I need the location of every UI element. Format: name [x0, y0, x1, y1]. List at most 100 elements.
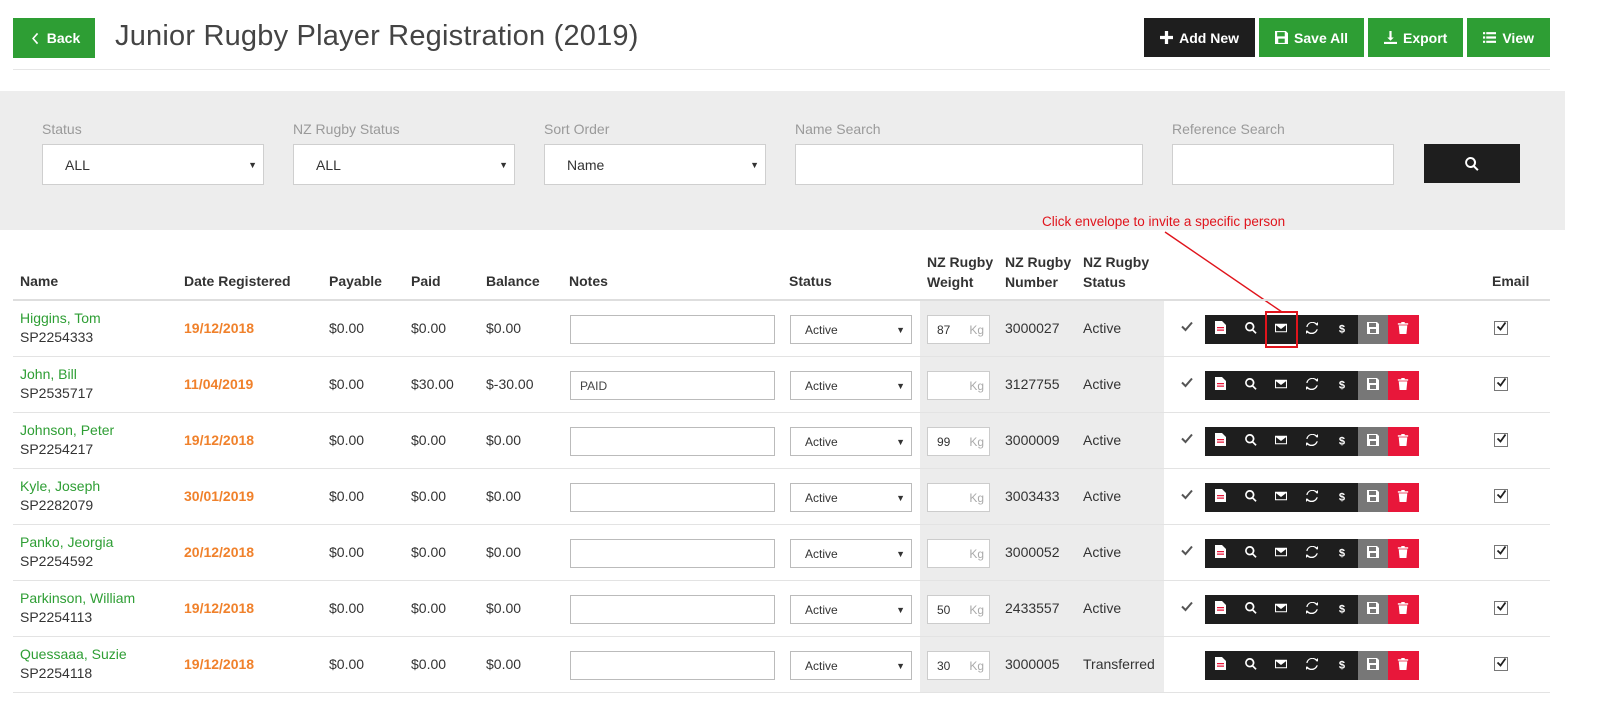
- row-status-select[interactable]: Active ▼: [790, 483, 912, 512]
- search-button[interactable]: [1424, 144, 1520, 183]
- save-row-button[interactable]: [1357, 427, 1388, 456]
- player-name-link[interactable]: John, Bill: [20, 365, 93, 384]
- notes-input[interactable]: [570, 539, 775, 568]
- payment-button[interactable]: $: [1327, 371, 1358, 400]
- refresh-button[interactable]: [1296, 483, 1327, 512]
- row-status-select[interactable]: Active ▼: [790, 371, 912, 400]
- pdf-button[interactable]: [1205, 483, 1236, 512]
- view-details-button[interactable]: [1235, 315, 1266, 344]
- view-details-button[interactable]: [1235, 595, 1266, 624]
- refresh-button[interactable]: [1296, 315, 1327, 344]
- notes-input[interactable]: [570, 315, 775, 344]
- invite-email-button[interactable]: [1266, 371, 1297, 400]
- save-row-button[interactable]: [1357, 315, 1388, 344]
- view-details-button[interactable]: [1235, 539, 1266, 568]
- payment-button[interactable]: $: [1327, 595, 1358, 624]
- player-name-link[interactable]: Quessaaa, Suzie: [20, 645, 127, 664]
- player-name-link[interactable]: Higgins, Tom: [20, 309, 101, 328]
- email-checkbox[interactable]: [1494, 433, 1508, 447]
- delete-row-button[interactable]: [1388, 427, 1419, 456]
- weight-input[interactable]: 30 Kg: [927, 651, 990, 680]
- weight-input[interactable]: 87 Kg: [927, 315, 990, 344]
- pdf-button[interactable]: [1205, 595, 1236, 624]
- refresh-button[interactable]: [1296, 595, 1327, 624]
- refresh-button[interactable]: [1296, 427, 1327, 456]
- invite-email-button[interactable]: [1266, 539, 1297, 568]
- player-name-link[interactable]: Kyle, Joseph: [20, 477, 100, 496]
- pdf-icon: [1214, 544, 1226, 563]
- email-checkbox[interactable]: [1494, 377, 1508, 391]
- row-status-select[interactable]: Active ▼: [790, 539, 912, 568]
- view-button[interactable]: View: [1467, 18, 1550, 57]
- payment-button[interactable]: $: [1327, 651, 1358, 680]
- email-checkbox[interactable]: [1494, 601, 1508, 615]
- refresh-button[interactable]: [1296, 651, 1327, 680]
- player-name-link[interactable]: Panko, Jeorgia: [20, 533, 113, 552]
- pdf-button[interactable]: [1205, 539, 1236, 568]
- payment-button[interactable]: $: [1327, 483, 1358, 512]
- invite-email-button[interactable]: [1266, 427, 1297, 456]
- paid-value: $30.00: [411, 376, 454, 392]
- notes-input[interactable]: [570, 651, 775, 680]
- sort-order-select[interactable]: Name ▼: [544, 144, 766, 185]
- player-name-link[interactable]: Johnson, Peter: [20, 421, 114, 440]
- trash-icon: [1397, 601, 1409, 619]
- save-row-button[interactable]: [1357, 595, 1388, 624]
- pdf-button[interactable]: [1205, 315, 1236, 344]
- reference-search-input[interactable]: [1172, 144, 1394, 185]
- view-details-button[interactable]: [1235, 483, 1266, 512]
- row-status-select[interactable]: Active ▼: [790, 651, 912, 680]
- date-registered: 19/12/2018: [184, 656, 255, 672]
- view-details-button[interactable]: [1235, 371, 1266, 400]
- add-new-button[interactable]: Add New: [1144, 18, 1256, 57]
- view-details-button[interactable]: [1235, 651, 1266, 680]
- status-filter-select[interactable]: ALL ▼: [42, 144, 264, 185]
- nz-status-filter-select[interactable]: ALL ▼: [293, 144, 515, 185]
- delete-row-button[interactable]: [1388, 315, 1419, 344]
- pdf-button[interactable]: [1205, 651, 1236, 680]
- invite-email-button[interactable]: [1266, 483, 1297, 512]
- header-nz-status-line2: Status: [1083, 274, 1126, 290]
- invite-email-button[interactable]: [1266, 315, 1297, 344]
- invite-email-button[interactable]: [1266, 595, 1297, 624]
- delete-row-button[interactable]: [1388, 595, 1419, 624]
- refresh-button[interactable]: [1296, 539, 1327, 568]
- back-button[interactable]: Back: [13, 18, 95, 58]
- email-checkbox[interactable]: [1494, 545, 1508, 559]
- payment-button[interactable]: $: [1327, 315, 1358, 344]
- invite-email-button[interactable]: [1266, 651, 1297, 680]
- weight-input[interactable]: Kg: [927, 371, 990, 400]
- row-status-select[interactable]: Active ▼: [790, 427, 912, 456]
- pdf-button[interactable]: [1205, 427, 1236, 456]
- pdf-button[interactable]: [1205, 371, 1236, 400]
- save-all-button[interactable]: Save All: [1259, 18, 1364, 57]
- email-checkbox[interactable]: [1494, 489, 1508, 503]
- weight-input[interactable]: Kg: [927, 483, 990, 512]
- view-details-button[interactable]: [1235, 427, 1266, 456]
- email-checkbox[interactable]: [1494, 321, 1508, 335]
- save-row-button[interactable]: [1357, 371, 1388, 400]
- refresh-button[interactable]: [1296, 371, 1327, 400]
- payment-button[interactable]: $: [1327, 427, 1358, 456]
- row-status-select[interactable]: Active ▼: [790, 315, 912, 344]
- save-row-button[interactable]: [1357, 651, 1388, 680]
- export-button[interactable]: Export: [1368, 18, 1464, 57]
- weight-input[interactable]: Kg: [927, 539, 990, 568]
- player-name-link[interactable]: Parkinson, William: [20, 589, 135, 608]
- weight-input[interactable]: 50 Kg: [927, 595, 990, 624]
- delete-row-button[interactable]: [1388, 651, 1419, 680]
- notes-input[interactable]: PAID: [570, 371, 775, 400]
- save-row-button[interactable]: [1357, 539, 1388, 568]
- payment-button[interactable]: $: [1327, 539, 1358, 568]
- delete-row-button[interactable]: [1388, 539, 1419, 568]
- notes-input[interactable]: [570, 595, 775, 624]
- delete-row-button[interactable]: [1388, 483, 1419, 512]
- email-checkbox[interactable]: [1494, 657, 1508, 671]
- notes-input[interactable]: [570, 483, 775, 512]
- save-row-button[interactable]: [1357, 483, 1388, 512]
- row-status-select[interactable]: Active ▼: [790, 595, 912, 624]
- delete-row-button[interactable]: [1388, 371, 1419, 400]
- weight-input[interactable]: 99 Kg: [927, 427, 990, 456]
- name-search-input[interactable]: [795, 144, 1143, 185]
- notes-input[interactable]: [570, 427, 775, 456]
